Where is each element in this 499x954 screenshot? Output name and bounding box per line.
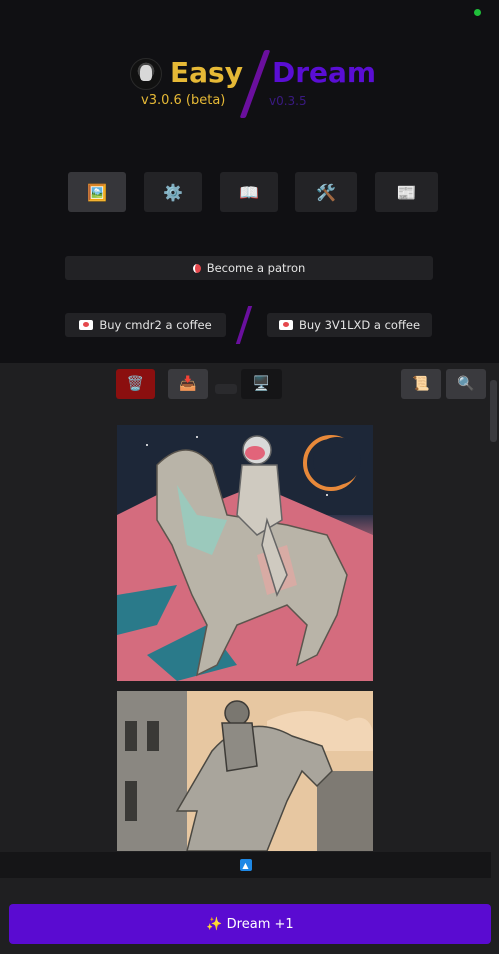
- version-easy: v3.0.6 (beta): [141, 93, 226, 108]
- tab-settings[interactable]: ⚙️: [144, 172, 202, 212]
- image-strip-bar: ▲: [0, 852, 491, 878]
- stop-button[interactable]: 📥: [168, 369, 208, 399]
- app-name-dream: Dream: [272, 56, 377, 89]
- dream-button-label: ✨ Dream +1: [206, 916, 294, 932]
- title-divider: [239, 50, 271, 118]
- dream-button[interactable]: ✨ Dream +1: [9, 904, 491, 944]
- view-toggle-off[interactable]: [215, 384, 237, 394]
- search-icon: 🔍: [457, 376, 475, 392]
- coffee-3v1lxd-label: Buy 3V1LXD a coffee: [298, 318, 421, 332]
- coffee-cup-icon: [278, 320, 293, 330]
- view-toggle-screen[interactable]: 🖥️: [241, 369, 282, 399]
- gear-icon: ⚙️: [163, 182, 183, 202]
- search-button[interactable]: 🔍: [446, 369, 486, 399]
- image-icon: 🖼️: [87, 182, 107, 202]
- tab-news[interactable]: 📰: [375, 172, 438, 212]
- coffee-3v1lxd-button[interactable]: Buy 3V1LXD a coffee: [267, 313, 432, 337]
- coffee-divider: [235, 306, 253, 344]
- generated-image[interactable]: [117, 425, 373, 681]
- chevron-up-icon: ▲: [242, 860, 249, 870]
- astronaut-on-horse-image: [117, 425, 373, 681]
- generated-image[interactable]: [117, 691, 373, 851]
- become-patron-button[interactable]: Become a patron: [65, 256, 433, 280]
- trash-icon: 🗑️: [126, 376, 145, 392]
- monitor-icon: 🖥️: [252, 376, 271, 392]
- scroll-top-button[interactable]: 📜: [401, 369, 441, 399]
- book-icon: 📖: [239, 182, 259, 202]
- tab-tools[interactable]: 🛠️: [295, 172, 357, 212]
- server-status-indicator: [474, 9, 481, 16]
- knight-on-horse-image: [117, 691, 373, 851]
- header-area: Easy v3.0.6 (beta) Dream v0.3.5 🖼️ ⚙️ 📖 …: [0, 0, 499, 363]
- tab-help[interactable]: 📖: [220, 172, 278, 212]
- coffee-cmdr2-button[interactable]: Buy cmdr2 a coffee: [65, 313, 226, 337]
- inbox-icon: 📥: [179, 376, 197, 392]
- collapse-toggle-button[interactable]: ▲: [239, 859, 252, 871]
- news-icon: 📰: [396, 182, 417, 202]
- coffee-cup-icon: [79, 320, 94, 330]
- version-dream: v0.3.5: [269, 94, 307, 108]
- scroll-icon: 📜: [412, 376, 430, 392]
- scrollbar-thumb[interactable]: [490, 380, 497, 442]
- coffee-cmdr2-label: Buy cmdr2 a coffee: [99, 318, 212, 332]
- tools-icon: 🛠️: [316, 182, 336, 202]
- app-logo: [130, 58, 162, 90]
- patreon-icon: [192, 263, 201, 273]
- app-name-easy: Easy: [170, 56, 243, 89]
- tab-generate[interactable]: 🖼️: [68, 172, 126, 212]
- clear-all-button[interactable]: 🗑️: [116, 369, 155, 399]
- patron-label: Become a patron: [206, 261, 306, 275]
